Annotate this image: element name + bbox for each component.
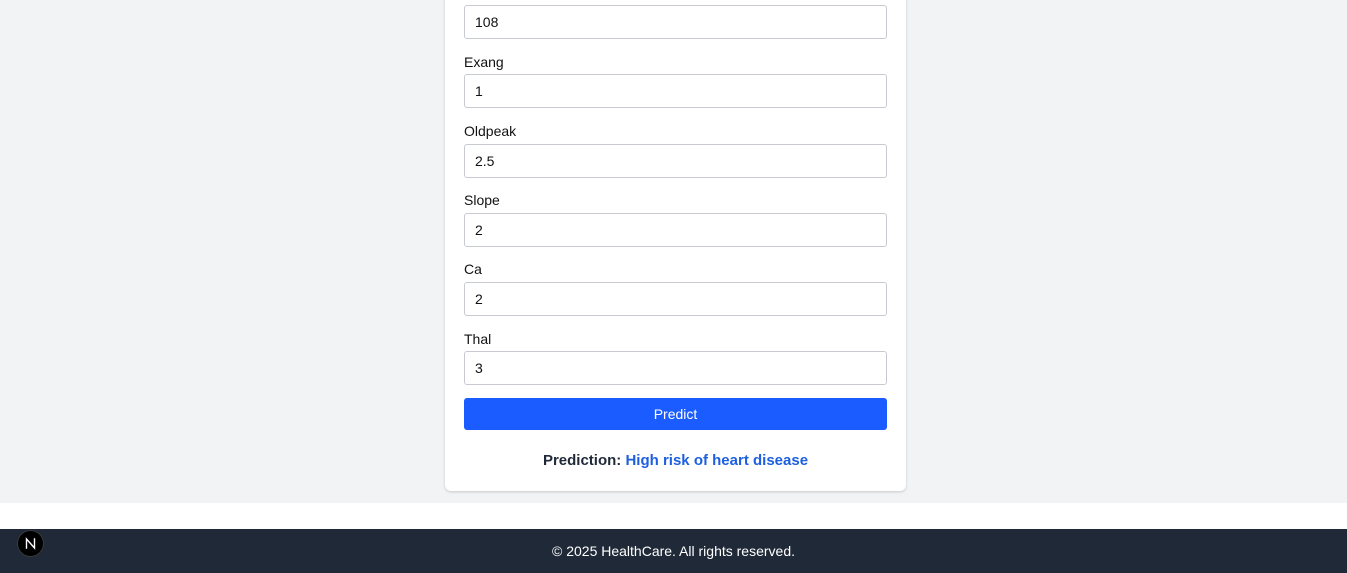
field-input-oldpeak[interactable] — [464, 144, 887, 178]
prediction-value: High risk of heart disease — [625, 452, 809, 469]
field-label-ca: Ca — [464, 261, 482, 277]
field-input-ca[interactable] — [464, 282, 887, 316]
field-label-slope: Slope — [464, 192, 500, 208]
footer: © 2025 HealthCare. All rights reserved. — [0, 529, 1347, 573]
field-label-oldpeak: Oldpeak — [464, 123, 517, 139]
field-label-thal: Thal — [464, 331, 492, 347]
nextjs-logo-icon[interactable] — [17, 530, 44, 557]
predict-button[interactable]: Predict — [464, 398, 887, 430]
field-input-exang[interactable] — [464, 74, 887, 108]
nextjs-n-glyph — [25, 537, 36, 550]
page: Exang Oldpeak Slope Ca Thal Predict Pred… — [0, 0, 1347, 573]
field-input-slope[interactable] — [464, 213, 887, 247]
prediction-label: Prediction: — [542, 452, 622, 469]
footer-copyright: © 2025 HealthCare. All rights reserved. — [552, 543, 795, 559]
main-area: Exang Oldpeak Slope Ca Thal Predict Pred… — [0, 0, 1347, 503]
field-input-thal[interactable] — [464, 351, 887, 385]
prediction-form-card: Exang Oldpeak Slope Ca Thal Predict Pred… — [445, 0, 906, 491]
field-input-thalach[interactable] — [464, 5, 887, 39]
field-label-exang: Exang — [464, 54, 504, 70]
prediction-result: Prediction: High risk of heart disease — [445, 452, 906, 470]
